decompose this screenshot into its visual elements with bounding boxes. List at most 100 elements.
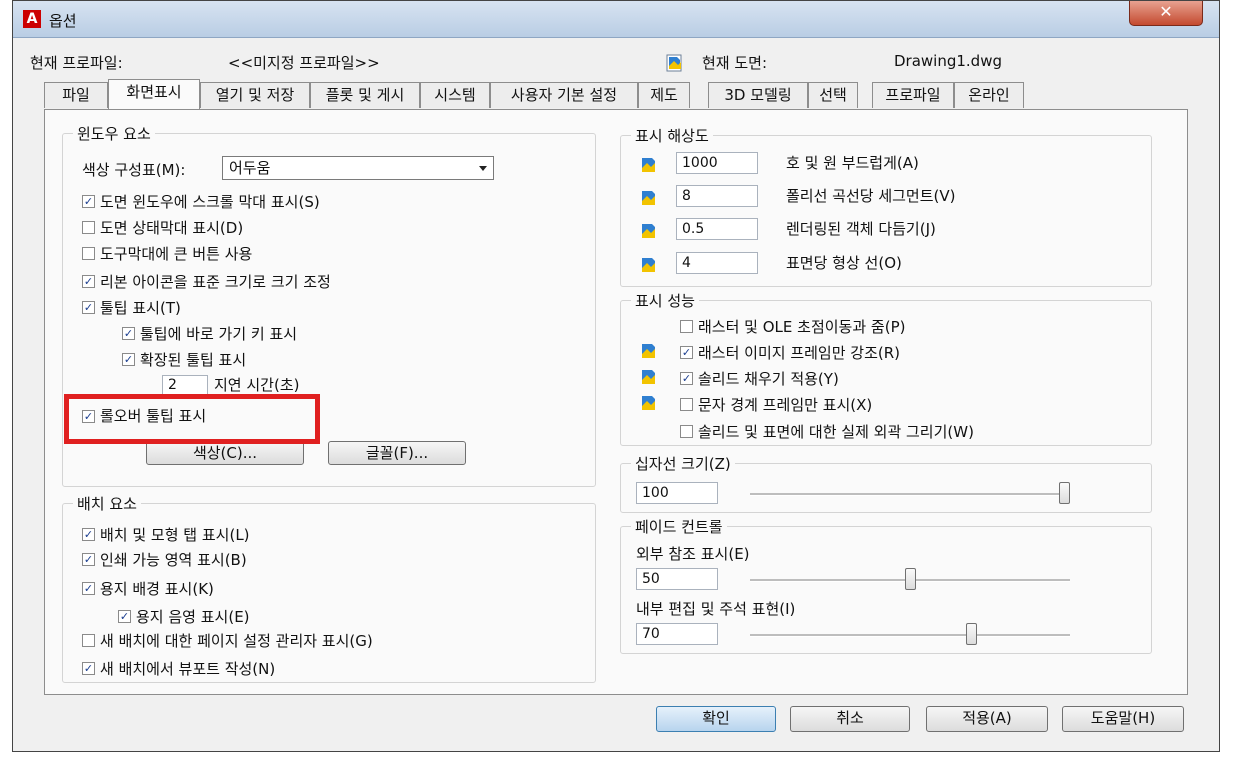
cb-status-bar-checkbox[interactable]: [82, 221, 95, 234]
cb-ribbon-icons-label: 리본 아이콘을 표준 크기로 크기 조정: [100, 273, 331, 291]
cb-solid-fill-label: 솔리드 채우기 적용(Y): [698, 370, 839, 388]
tab-plot-publish[interactable]: 플롯 및 게시: [310, 82, 420, 108]
cb-page-setup-label: 새 배치에 대한 페이지 설정 관리자 표시(G): [100, 632, 373, 650]
cb-status-bar-label: 도면 상태막대 표시(D): [100, 219, 244, 237]
cb-text-frame-checkbox[interactable]: [680, 398, 693, 411]
tab-drafting[interactable]: 제도: [638, 82, 690, 108]
cb-layout-tabs-checkbox[interactable]: ✓: [82, 528, 95, 541]
crosshair-size-title: 십자선 크기(Z): [631, 453, 735, 474]
highlight-box: [64, 394, 320, 444]
fonts-button[interactable]: 글꼴(F)...: [328, 441, 466, 465]
drawing-setting-icon: [642, 224, 655, 238]
cb-solid-fill-checkbox[interactable]: ✓: [680, 372, 693, 385]
title-bar: A 옵션 ✕: [13, 1, 1219, 38]
current-profile-value: <<미지정 프로파일>>: [228, 54, 380, 72]
cb-tooltips-label: 툴팁 표시(T): [100, 299, 181, 317]
inplace-edit-track: [750, 634, 1070, 637]
contour-lines-label: 표면당 형상 선(O): [786, 254, 902, 272]
cb-paper-background-checkbox[interactable]: ✓: [82, 582, 95, 595]
tab-files[interactable]: 파일: [44, 82, 108, 108]
inplace-edit-input[interactable]: 70: [636, 623, 718, 645]
xref-display-label: 외부 참조 표시(E): [636, 545, 750, 563]
cb-silhouette-label: 솔리드 및 표면에 대한 실제 외곽 그리기(W): [698, 423, 974, 441]
tab-profiles[interactable]: 프로파일: [872, 82, 954, 108]
fade-control-title: 페이드 컨트롤: [631, 516, 727, 537]
crosshair-size-slider[interactable]: [1059, 482, 1070, 504]
cb-silhouette-checkbox[interactable]: [680, 425, 693, 438]
inplace-edit-label: 내부 편집 및 주석 표현(I): [636, 600, 796, 618]
tab-user-preferences[interactable]: 사용자 기본 설정: [490, 82, 638, 108]
rendering-smoothness-label: 렌더링된 객체 다듬기(J): [786, 220, 936, 238]
crosshair-size-input[interactable]: 100: [636, 482, 718, 504]
cb-printable-area-checkbox[interactable]: ✓: [82, 553, 95, 566]
cb-extended-tooltips-label: 확장된 툴팁 표시: [140, 351, 247, 369]
tab-open-save[interactable]: 열기 및 저장: [200, 82, 310, 108]
color-scheme-label: 색상 구성표(M):: [82, 161, 186, 179]
rendering-smoothness-input[interactable]: 0.5: [676, 218, 758, 240]
cb-raster-frame-checkbox[interactable]: ✓: [680, 346, 693, 359]
layout-elements-title: 배치 요소: [73, 493, 141, 514]
color-scheme-value: 어두움: [229, 159, 271, 177]
close-button[interactable]: ✕: [1129, 1, 1203, 26]
chevron-down-icon: [479, 166, 487, 171]
cb-layout-tabs-label: 배치 및 모형 탭 표시(L): [100, 526, 250, 544]
cb-raster-ole-checkbox[interactable]: [680, 320, 693, 333]
drawing-file-icon: [666, 54, 682, 72]
cb-shortcut-keys-checkbox[interactable]: ✓: [122, 327, 135, 340]
drawing-setting-icon: [642, 158, 655, 172]
tab-online[interactable]: 온라인: [954, 82, 1024, 108]
display-resolution-title: 표시 해상도: [631, 125, 713, 146]
arc-smoothness-label: 호 및 원 부드럽게(A): [786, 154, 919, 172]
cb-scrollbars-checkbox[interactable]: ✓: [82, 195, 95, 208]
tab-3d-modeling[interactable]: 3D 모델링: [708, 82, 808, 108]
cb-printable-area-label: 인쇄 가능 영역 표시(B): [100, 551, 247, 569]
contour-lines-input[interactable]: 4: [676, 252, 758, 274]
drawing-setting-icon: [642, 258, 655, 272]
tooltip-delay-label: 지연 시간(초): [214, 376, 300, 394]
drawing-setting-icon: [642, 344, 655, 358]
cb-large-buttons-label: 도구막대에 큰 버튼 사용: [100, 245, 253, 263]
cancel-button[interactable]: 취소: [790, 706, 910, 732]
inplace-edit-slider[interactable]: [966, 623, 978, 645]
cb-viewport-label: 새 배치에서 뷰포트 작성(N): [100, 660, 276, 678]
drawing-setting-icon: [642, 396, 655, 410]
cb-viewport-checkbox[interactable]: ✓: [82, 662, 95, 675]
apply-button[interactable]: 적용(A): [926, 706, 1048, 732]
current-drawing-value: Drawing1.dwg: [894, 52, 1002, 70]
cb-page-setup-checkbox[interactable]: [82, 634, 95, 647]
cb-paper-shadow-checkbox[interactable]: ✓: [118, 610, 131, 623]
xref-display-input[interactable]: 50: [636, 568, 718, 590]
arc-smoothness-input[interactable]: 1000: [676, 152, 758, 174]
tab-display[interactable]: 화면표시: [108, 79, 200, 109]
cb-shortcut-keys-label: 툴팁에 바로 가기 키 표시: [140, 325, 298, 343]
cb-extended-tooltips-checkbox[interactable]: ✓: [122, 353, 135, 366]
polyline-segments-input[interactable]: 8: [676, 185, 758, 207]
cb-text-frame-label: 문자 경계 프레임만 표시(X): [698, 396, 873, 414]
window-elements-title: 윈도우 요소: [73, 123, 155, 144]
cb-raster-ole-label: 래스터 및 OLE 초점이동과 줌(P): [698, 318, 906, 336]
drawing-setting-icon: [642, 191, 655, 205]
ok-button[interactable]: 확인: [656, 706, 776, 732]
window-title: 옵션: [49, 12, 77, 30]
current-drawing-label: 현재 도면:: [702, 54, 768, 72]
help-button[interactable]: 도움말(H): [1062, 706, 1184, 732]
crosshair-size-track: [750, 493, 1070, 496]
drawing-setting-icon: [642, 370, 655, 384]
cb-scrollbars-label: 도면 윈도우에 스크롤 막대 표시(S): [100, 193, 320, 211]
cb-tooltips-checkbox[interactable]: ✓: [82, 301, 95, 314]
tab-system[interactable]: 시스템: [420, 82, 490, 108]
current-profile-label: 현재 프로파일:: [30, 54, 123, 72]
cb-ribbon-icons-checkbox[interactable]: ✓: [82, 275, 95, 288]
cb-paper-shadow-label: 용지 음영 표시(E): [136, 608, 250, 626]
xref-display-slider[interactable]: [904, 568, 916, 590]
colors-button[interactable]: 색상(C)...: [146, 441, 304, 465]
cb-large-buttons-checkbox[interactable]: [82, 247, 95, 260]
display-performance-title: 표시 성능: [631, 290, 699, 311]
autocad-app-icon: A: [23, 10, 41, 28]
tab-selection[interactable]: 선택: [808, 82, 858, 108]
cb-raster-frame-label: 래스터 이미지 프레임만 강조(R): [698, 344, 901, 362]
color-scheme-dropdown[interactable]: 어두움: [222, 156, 494, 180]
cb-paper-background-label: 용지 배경 표시(K): [100, 580, 214, 598]
tooltip-delay-input[interactable]: 2: [162, 375, 208, 395]
polyline-segments-label: 폴리선 곡선당 세그먼트(V): [786, 187, 956, 205]
